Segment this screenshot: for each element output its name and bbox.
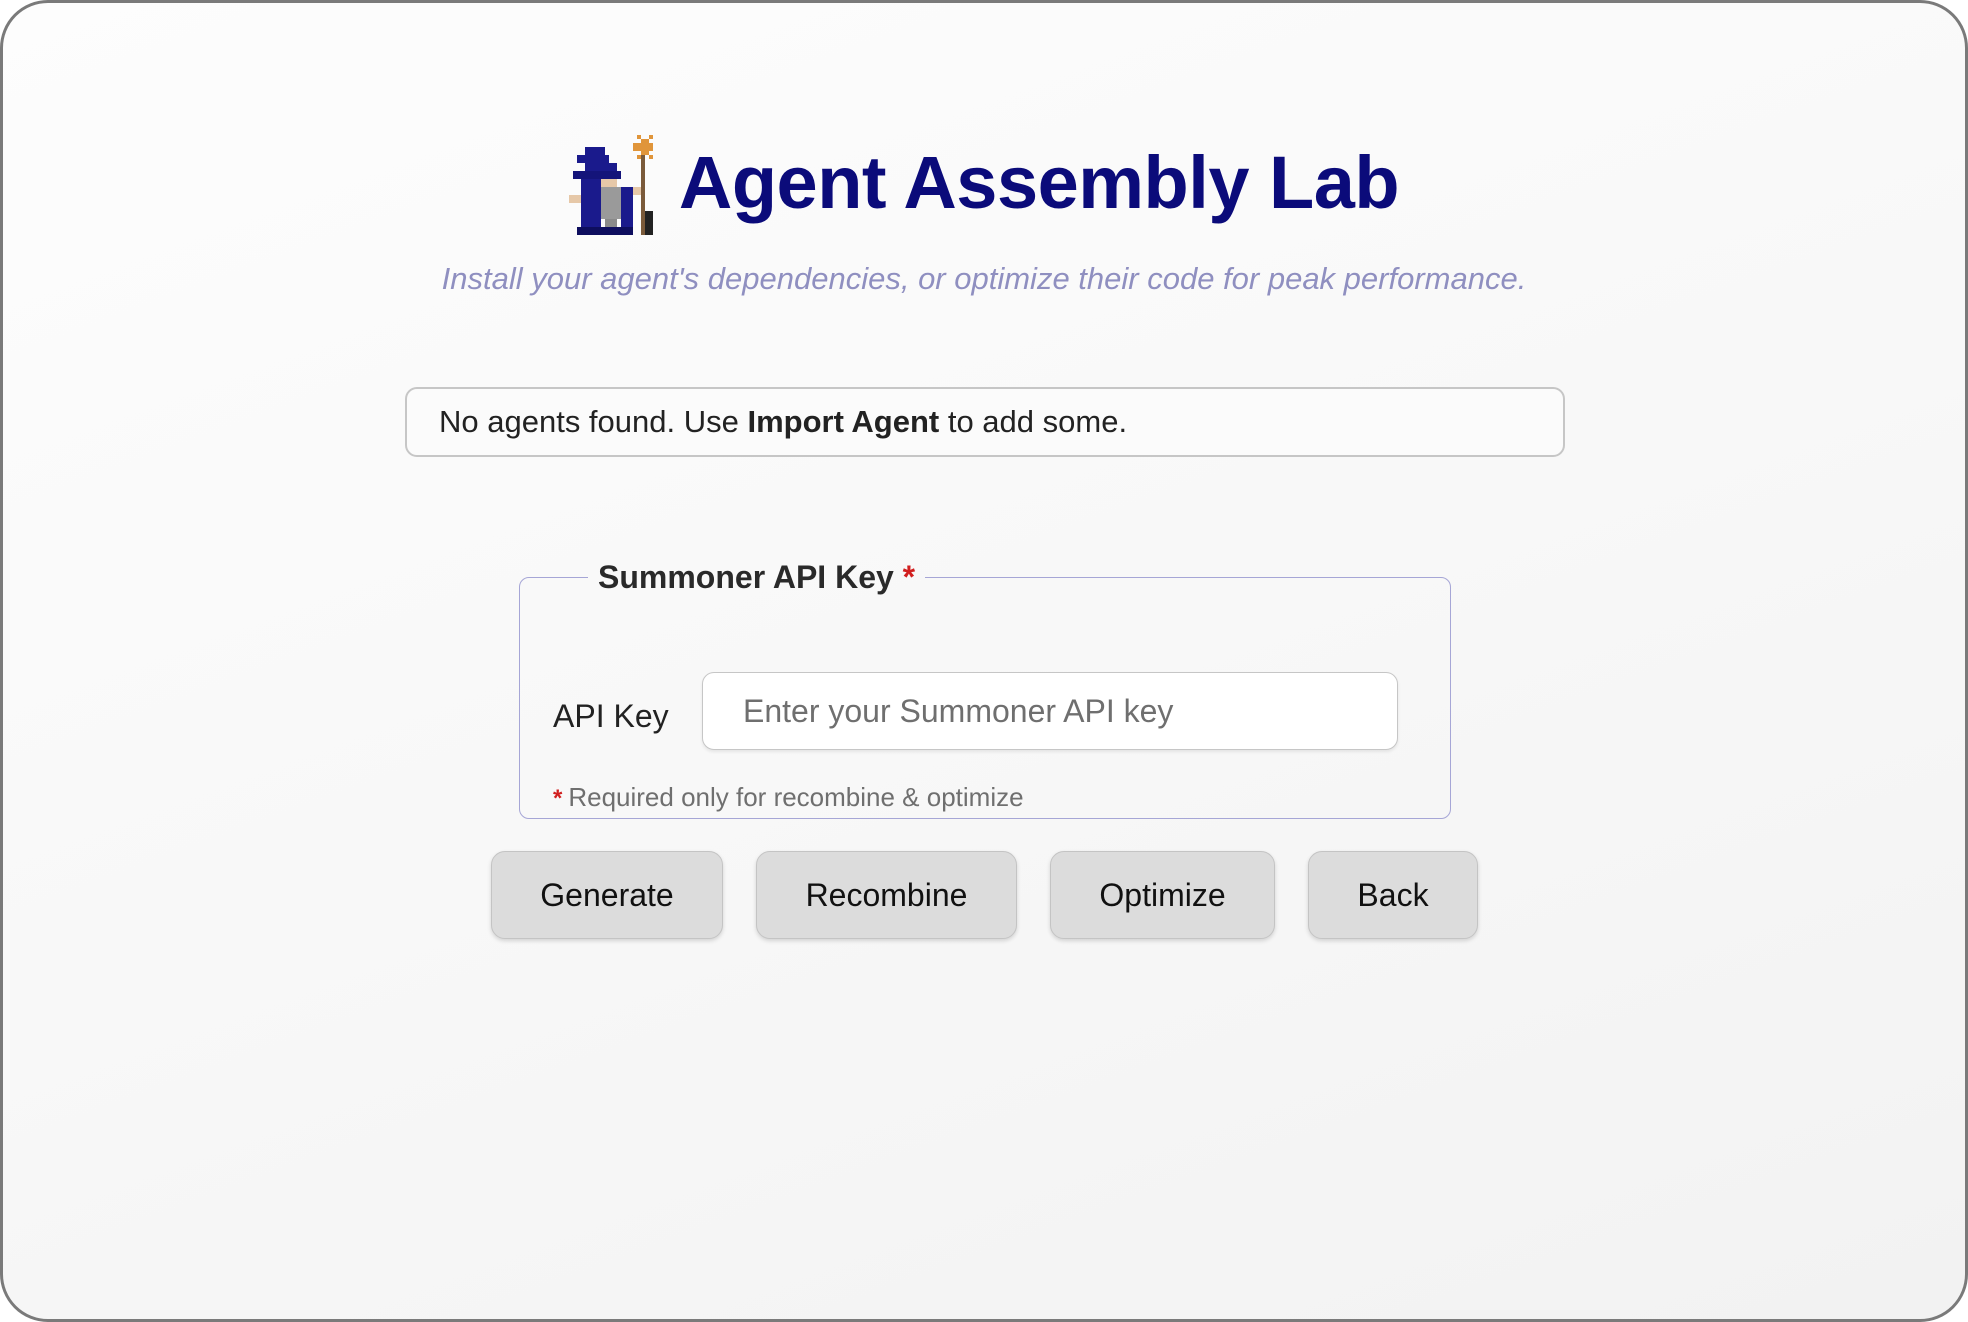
note-required-marker: *	[553, 785, 563, 812]
back-button[interactable]: Back	[1308, 851, 1478, 939]
notice-text-after: to add some.	[939, 404, 1128, 439]
api-key-note: * Required only for recombine & optimize	[553, 782, 1024, 813]
pixel-wizard-icon	[568, 135, 653, 235]
api-key-input[interactable]	[702, 672, 1398, 750]
optimize-button[interactable]: Optimize	[1050, 851, 1275, 939]
recombine-button[interactable]: Recombine	[756, 851, 1017, 939]
page-title: Agent Assembly Lab	[678, 141, 1400, 224]
api-key-legend: Summoner API Key *	[588, 559, 925, 596]
generate-button[interactable]: Generate	[491, 851, 723, 939]
notice-text-before: No agents found. Use	[439, 404, 748, 439]
api-key-fieldset: Summoner API Key * API Key *Required onl…	[519, 559, 1451, 819]
api-key-note-text: Required only for recombine & optimize	[568, 782, 1024, 812]
api-key-label: API Key	[553, 698, 669, 734]
header: Agent Assembly Lab	[3, 131, 1965, 235]
api-key-legend-text: Summoner API Key	[598, 559, 894, 595]
no-agents-notice: No agents found. Use Import Agent to add…	[405, 387, 1565, 457]
import-agent-hint: Import Agent	[747, 404, 940, 439]
required-marker: *	[902, 559, 916, 595]
page-subtitle: Install your agent's dependencies, or op…	[441, 261, 1527, 296]
app-window: Agent Assembly Lab Install your agent's …	[0, 0, 1968, 1322]
